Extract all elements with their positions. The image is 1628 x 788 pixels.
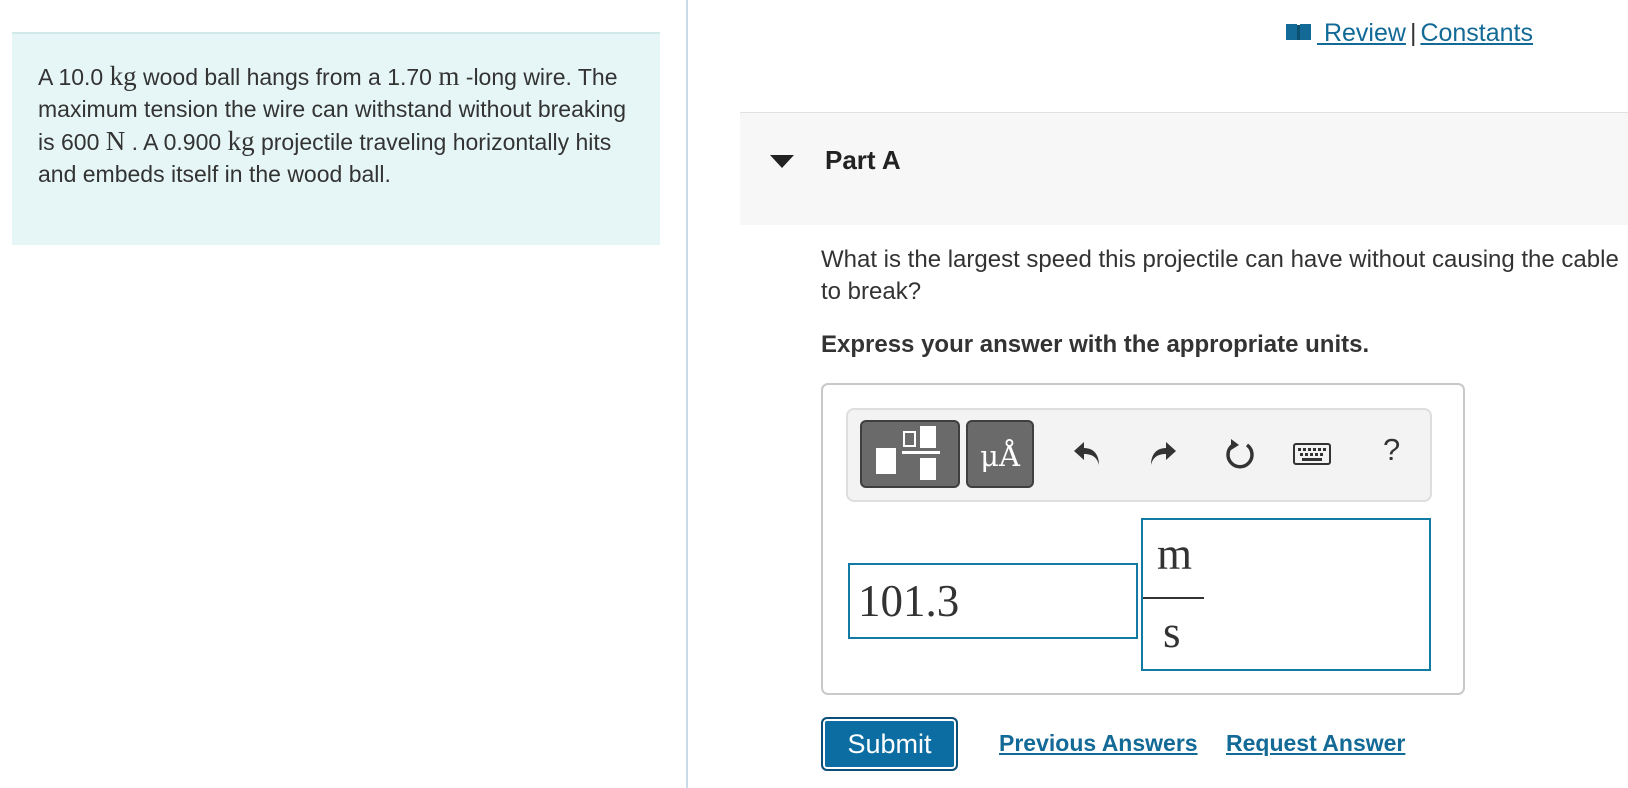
constants-link[interactable]: Constants (1420, 19, 1533, 47)
problem-text-1: A 10.0 (38, 64, 110, 90)
answer-unit-input[interactable]: m s (1141, 518, 1431, 671)
submit-button[interactable]: Submit (821, 717, 958, 771)
fraction-bar (1143, 597, 1204, 599)
part-title: Part A (825, 145, 901, 175)
templates-button[interactable] (860, 420, 960, 488)
problem-text-2: wood ball hangs from a 1.70 (136, 64, 439, 90)
templates-icon (876, 426, 940, 480)
link-separator: | (1409, 19, 1417, 47)
review-link[interactable]: Review (1317, 19, 1406, 47)
redo-icon[interactable] (1144, 436, 1180, 472)
math-toolbar: μÅ ? (846, 408, 1432, 502)
help-icon[interactable]: ? (1383, 432, 1400, 468)
answer-value-input[interactable]: 101.3 (848, 563, 1138, 639)
left-panel: A 10.0 kg wood ball hangs from a 1.70 m … (0, 0, 688, 788)
undo-icon[interactable] (1070, 436, 1106, 472)
unit-n: N (105, 126, 126, 156)
units-button[interactable]: μÅ (966, 420, 1034, 488)
unit-kg: kg (109, 61, 137, 91)
problem-text-4: . A 0.900 (125, 129, 228, 155)
problem-statement: A 10.0 kg wood ball hangs from a 1.70 m … (12, 32, 660, 245)
review-constants-links: Review | Constants (1285, 19, 1533, 49)
request-answer-link[interactable]: Request Answer (1226, 730, 1405, 757)
unit-m: m (438, 61, 460, 91)
previous-answers-link[interactable]: Previous Answers (999, 730, 1198, 757)
reset-icon[interactable] (1222, 436, 1258, 472)
part-a-header[interactable]: Part A (740, 112, 1628, 225)
keyboard-icon[interactable] (1292, 436, 1332, 472)
instruction-text: Express your answer with the appropriate… (821, 331, 1370, 358)
unit-kg-2: kg (227, 126, 255, 156)
question-text: What is the largest speed this projectil… (821, 246, 1619, 305)
book-icon (1285, 20, 1313, 49)
answer-box: μÅ ? 101.3 m s (821, 383, 1465, 695)
collapse-caret-icon[interactable] (770, 155, 794, 168)
unit-denominator: s (1163, 607, 1181, 657)
unit-numerator: m (1157, 529, 1193, 579)
